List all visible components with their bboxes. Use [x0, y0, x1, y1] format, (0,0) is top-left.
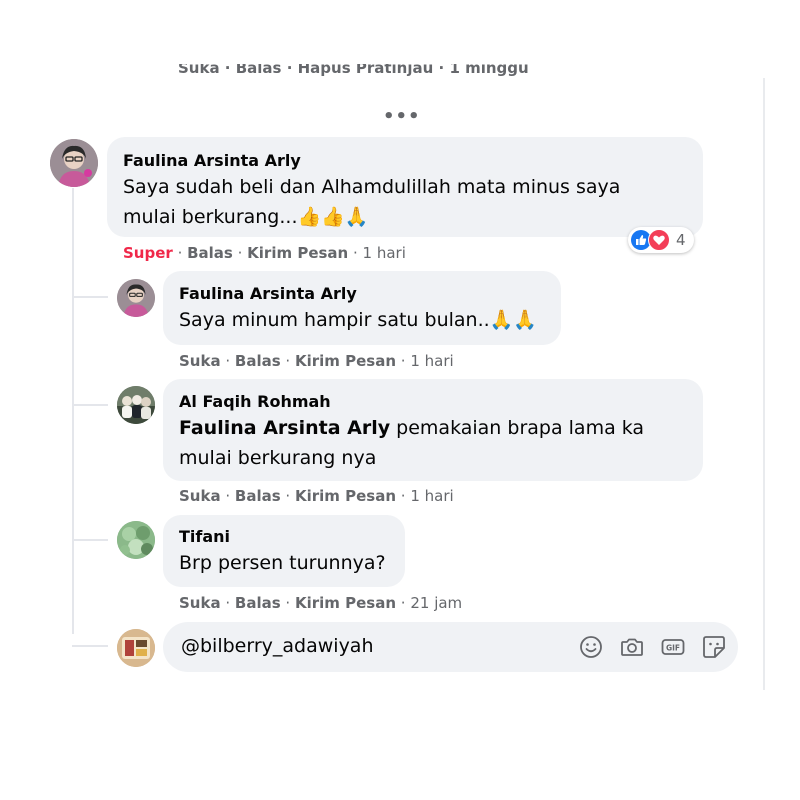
reply-actions: Suka · Balas · Kirim Pesan · 1 hari	[179, 352, 454, 370]
timestamp[interactable]: 1 hari	[410, 487, 453, 505]
gif-icon[interactable]: GIF	[659, 633, 687, 661]
reaction-count: 4	[676, 231, 686, 249]
send-message-button[interactable]: Kirim Pesan	[295, 352, 396, 370]
timestamp[interactable]: 21 jam	[410, 594, 462, 612]
reply-text: Saya minum hampir satu bulan..🙏🙏	[179, 309, 537, 331]
more-replies-button[interactable]: •••	[383, 106, 421, 127]
sticker-icon[interactable]	[700, 633, 728, 661]
reaction-summary[interactable]: 4	[628, 227, 694, 253]
previous-comment-actions: Suka · Balas · Hapus Pratinjau · 1 mingg…	[178, 64, 529, 77]
reply-author[interactable]: Tifani	[179, 526, 389, 548]
reply-author[interactable]: Al Faqih Rohmah	[179, 391, 687, 413]
reply-button[interactable]: Balas	[235, 594, 281, 612]
timestamp[interactable]: 1 hari	[363, 244, 406, 262]
comment-text: Saya sudah beli dan Alhamdulillah mata m…	[123, 176, 621, 228]
reply-bubble: Tifani Brp persen turunnya?	[163, 515, 405, 587]
reply-bubble: Faulina Arsinta Arly Saya minum hampir s…	[163, 271, 561, 345]
love-icon	[648, 229, 670, 251]
comment-actions: Super · Balas · Kirim Pesan · 1 hari	[123, 244, 406, 262]
reply-button[interactable]: Balas	[187, 244, 233, 262]
send-message-button[interactable]: Kirim Pesan	[295, 594, 396, 612]
like-button[interactable]: Suka	[179, 487, 221, 505]
comment-author[interactable]: Faulina Arsinta Arly	[123, 150, 687, 172]
comment-bubble: Faulina Arsinta Arly Saya sudah beli dan…	[107, 137, 703, 237]
mention-link[interactable]: Faulina Arsinta Arly	[179, 417, 390, 439]
reply-button[interactable]: Balas	[235, 487, 281, 505]
send-message-button[interactable]: Kirim Pesan	[295, 487, 396, 505]
reply-input[interactable]: @bilberry_adawiyah GIF	[163, 622, 738, 672]
thread-branch	[72, 296, 108, 298]
react-button[interactable]: Super	[123, 244, 173, 262]
avatar[interactable]	[117, 279, 155, 317]
avatar[interactable]	[117, 521, 155, 559]
svg-text:GIF: GIF	[666, 644, 680, 653]
reply-text-line2: mulai berkurang nya	[179, 447, 377, 469]
avatar[interactable]	[50, 139, 98, 187]
timestamp[interactable]: 1 hari	[410, 352, 453, 370]
current-user-avatar[interactable]	[117, 629, 155, 667]
reply-actions: Suka · Balas · Kirim Pesan · 1 hari	[179, 487, 454, 505]
reply-text-line1: pemakaian brapa lama ka	[396, 417, 645, 439]
thread-branch	[72, 539, 108, 541]
reply-text: Faulina Arsinta Arly pemakaian brapa lam…	[179, 413, 687, 443]
emoji-icon[interactable]	[577, 633, 605, 661]
like-button[interactable]: Suka	[179, 352, 221, 370]
panel-border	[763, 78, 765, 690]
send-message-button[interactable]: Kirim Pesan	[247, 244, 348, 262]
thread-branch	[72, 404, 108, 406]
reply-text: Brp persen turunnya?	[179, 552, 386, 574]
thread-line	[72, 188, 74, 634]
reply-input-value[interactable]: @bilberry_adawiyah	[181, 635, 374, 657]
reply-author[interactable]: Faulina Arsinta Arly	[179, 283, 545, 305]
reply-button[interactable]: Balas	[235, 352, 281, 370]
reply-actions: Suka · Balas · Kirim Pesan · 21 jam	[179, 594, 463, 612]
thread-branch	[72, 645, 108, 647]
avatar[interactable]	[117, 386, 155, 424]
reply-bubble: Al Faqih Rohmah Faulina Arsinta Arly pem…	[163, 379, 703, 481]
camera-icon[interactable]	[618, 633, 646, 661]
like-button[interactable]: Suka	[179, 594, 221, 612]
